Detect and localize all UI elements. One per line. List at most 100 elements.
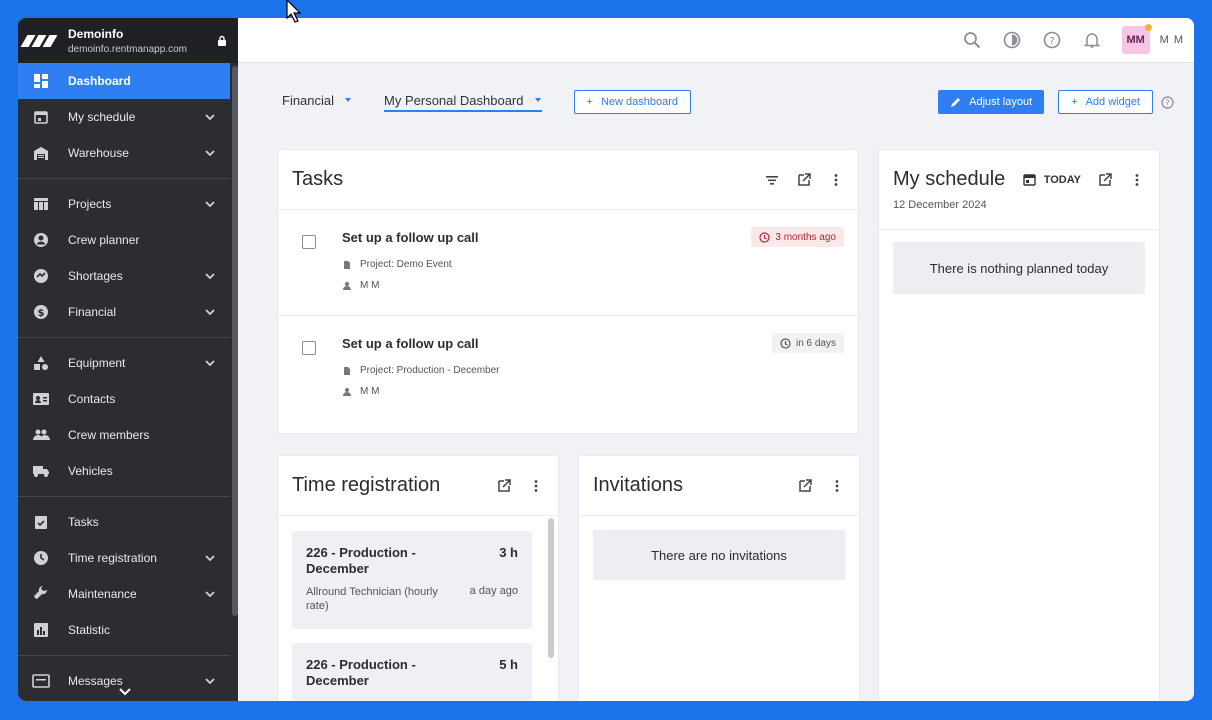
sidebar-item-time-registration[interactable]: Time registration [18,540,230,576]
message-icon [32,672,50,690]
chevron-down-icon [205,309,215,316]
theme-toggle-icon[interactable] [1002,30,1022,50]
sidebar-item-financial[interactable]: $ Financial [18,294,230,330]
wrench-icon [32,585,50,603]
time-entry-hours: 3 h [499,545,518,560]
sidebar-item-shortages[interactable]: Shortages [18,258,230,294]
tasks-header: Tasks [278,150,858,210]
dashboard-icon [32,72,50,90]
filter-icon[interactable] [764,172,780,188]
personal-dashboard-label: My Personal Dashboard [384,92,524,108]
personal-dashboard-select[interactable]: My Personal Dashboard [384,92,542,112]
avatar[interactable]: MM [1121,24,1152,54]
sidebar-item-label: My schedule [68,110,136,124]
schedule-title: My schedule [893,168,1006,190]
time-entry-title: 226 - Production - December [306,545,416,576]
person-icon [343,387,351,396]
sidebar-item-label: Crew members [68,428,150,442]
caret-down-icon [534,98,541,102]
sidebar-divider [18,178,230,179]
notification-bell-icon[interactable] [1082,30,1102,50]
sidebar-item-label: Projects [68,197,112,211]
sidebar-item-label: Messages [68,674,123,688]
schedule-header: My schedule TODAY 12 December 2024 [879,150,1159,230]
sidebar-item-contacts[interactable]: Contacts [18,381,230,417]
financial-dashboard-select[interactable]: Financial [282,93,352,112]
sidebar-item-label: Crew planner [68,233,140,247]
search-icon[interactable] [962,30,982,50]
today-label: TODAY [1043,173,1081,186]
sidebar-item-crew-planner[interactable]: Crew planner [18,222,230,258]
chevron-down-icon [205,114,215,121]
rentman-logo [20,33,60,49]
add-widget-button[interactable]: + Add widget [1058,90,1153,114]
today-button[interactable]: TODAY [1023,173,1081,186]
sidebar-item-statistic[interactable]: Statistic [18,612,230,648]
sidebar-item-tasks[interactable]: Tasks [18,504,230,540]
sidebar-item-equipment[interactable]: Equipment [18,345,230,381]
sidebar-nav: Dashboard My schedule Warehouse Projects… [18,63,230,701]
sidebar-item-label: Time registration [68,551,157,565]
more-vert-icon[interactable] [829,478,845,494]
topbar: ? MM M M [238,18,1194,63]
sidebar-item-projects[interactable]: Projects [18,186,230,222]
time-entry[interactable]: 226 - Production - December 5 h [292,643,532,701]
task-user-label: M M [360,386,380,397]
help-icon[interactable]: ? [1042,30,1062,50]
new-dashboard-button[interactable]: + New dashboard [573,90,691,114]
task-checkbox[interactable] [302,341,316,355]
chart-icon [32,621,50,639]
person-icon [32,231,50,249]
sidebar-item-crew-members[interactable]: Crew members [18,417,230,453]
task-item[interactable]: Set up a follow up call Project: Demo Ev… [278,210,858,316]
task-title: Set up a follow up call [342,336,479,351]
svg-text:$: $ [38,308,45,319]
financial-dashboard-label: Financial [282,92,335,108]
open-external-icon[interactable] [1097,172,1113,188]
equipment-icon [32,354,50,372]
sidebar-item-label: Statistic [68,623,111,637]
open-external-icon[interactable] [797,478,813,494]
svg-text:?: ? [1165,98,1169,107]
sidebar: Demoinfo demoinfo.rentmanapp.com Dashboa… [18,18,238,701]
task-item[interactable]: Set up a follow up call Project: Product… [278,316,858,422]
sidebar-item-label: Shortages [68,269,123,283]
time-registration-scrollbar[interactable] [548,518,554,658]
time-entry-title: 226 - Production - December [306,657,416,688]
document-icon [344,366,350,375]
sidebar-item-vehicles[interactable]: Vehicles [18,453,230,489]
lock-icon[interactable] [216,35,228,47]
open-external-icon[interactable] [496,478,512,494]
help-icon[interactable]: ? [1161,95,1174,109]
avatar-initials: MM [1126,34,1145,46]
plus-icon: + [586,96,593,108]
task-project-label: Project: Production - December [360,365,500,376]
chevron-down-icon[interactable] [118,687,132,697]
svg-text:?: ? [1049,36,1054,47]
org-header[interactable]: Demoinfo demoinfo.rentmanapp.com [18,18,238,63]
sidebar-item-my-schedule[interactable]: My schedule [18,99,230,135]
main-area: ? MM M M Financial My Personal Dashboard… [238,18,1194,701]
sidebar-item-label: Vehicles [68,464,113,478]
invitations-widget: Invitations There are no invitations [579,456,859,701]
open-external-icon[interactable] [796,172,812,188]
sidebar-divider [18,337,230,338]
task-due-label: 3 months ago [775,231,836,243]
time-registration-widget: Time registration 226 - Production - Dec… [278,456,558,701]
more-vert-icon[interactable] [828,172,844,188]
sidebar-item-warehouse[interactable]: Warehouse [18,135,230,171]
sidebar-item-label: Tasks [68,515,99,529]
sidebar-item-dashboard[interactable]: Dashboard [18,63,230,99]
sidebar-item-label: Equipment [68,356,126,370]
adjust-layout-button[interactable]: Adjust layout [938,90,1045,114]
more-vert-icon[interactable] [1129,172,1145,188]
more-vert-icon[interactable] [528,478,544,494]
sidebar-item-maintenance[interactable]: Maintenance [18,576,230,612]
org-url: demoinfo.rentmanapp.com [68,43,187,55]
task-checkbox[interactable] [302,235,316,249]
time-entry[interactable]: 226 - Production - December 3 h Allround… [292,531,532,629]
sidebar-item-label: Warehouse [68,146,129,160]
truck-icon [32,462,50,480]
user-menu[interactable]: MM M M [1121,24,1184,54]
chevron-down-icon [205,360,215,367]
